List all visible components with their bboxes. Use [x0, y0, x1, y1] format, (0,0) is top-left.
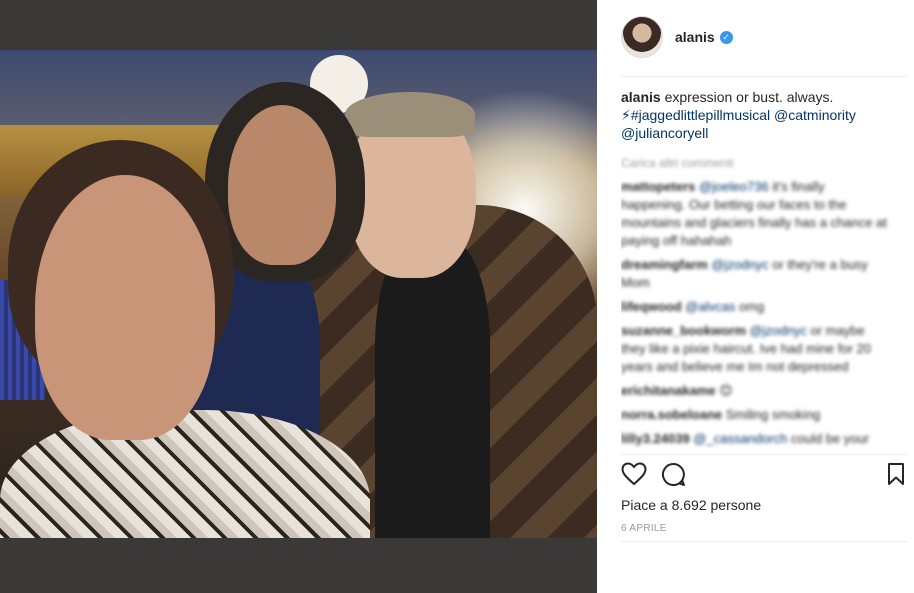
comment-username[interactable]: lilly3.24039 [621, 431, 690, 446]
comment-row: lilly3.24039 @_cassandorch could be your [621, 430, 891, 448]
comment-row: suzanne_bookworm @jzodnyc or maybe they … [621, 322, 891, 376]
comment-mention[interactable]: @joeleo736 [699, 179, 769, 194]
verified-badge-icon: ✓ [719, 30, 733, 44]
footer-divider [621, 541, 908, 542]
comment-row: mattopeters @joeleo736 it's finally happ… [621, 178, 891, 250]
comment-username[interactable]: erichitanakame [621, 383, 716, 398]
comment-text: Smiling smoking [725, 407, 821, 422]
comment-mention[interactable]: @alvcas [685, 299, 735, 314]
post-sidebar: alanis ✓ alanis expression or bust. alwa… [597, 0, 914, 593]
comment-text: 😊 [719, 383, 733, 398]
comment-mention[interactable]: @_cassandorch [693, 431, 787, 446]
comment-mention[interactable]: @jzodnyc [711, 257, 768, 272]
person-right-shirt [375, 240, 490, 538]
comment-username[interactable]: mattopeters [621, 179, 695, 194]
comment-username[interactable]: lifeqwood [621, 299, 682, 314]
caption-hashtag[interactable]: ⚡#jaggedlittlepillmusical [621, 107, 770, 123]
comment-text: could be your [787, 431, 870, 446]
username-link[interactable]: alanis [675, 29, 715, 45]
caption-text: expression or bust. always. [660, 89, 834, 105]
caption: alanis expression or bust. always. ⚡#jag… [621, 88, 891, 142]
comment-row: erichitanakame 😊 [621, 382, 891, 400]
bookmark-icon[interactable] [887, 462, 905, 486]
post-date[interactable]: 6 APRILE [621, 523, 667, 534]
comment-list: mattopeters @joeleo736 it's finally happ… [621, 178, 891, 448]
post-photo[interactable] [0, 50, 597, 538]
avatar[interactable] [621, 16, 663, 58]
load-more-comments-button[interactable]: Carica altri commenti [621, 154, 891, 172]
comment-mention[interactable]: @jzodnyc [750, 323, 807, 338]
comment-text: omg [735, 299, 765, 314]
heart-icon[interactable] [621, 462, 647, 486]
post-header: alanis ✓ [621, 16, 908, 58]
person-left-face [35, 175, 215, 440]
action-bar [621, 462, 908, 490]
comment-row: dreamingfarm @jzodnyc or they're a busy … [621, 256, 891, 292]
comment-icon[interactable] [661, 462, 686, 487]
caption-mention-catminority[interactable]: @catminority [770, 107, 856, 123]
comment-row: lifeqwood @alvcas omg [621, 298, 891, 316]
comments-divider [621, 454, 908, 455]
comment-row: norra.sobeloane Smiling smoking [621, 406, 891, 424]
comment-username[interactable]: norra.sobeloane [621, 407, 722, 422]
person-right-hair [345, 92, 475, 137]
comment-username[interactable]: dreamingfarm [621, 257, 708, 272]
likes-count[interactable]: Piace a 8.692 persone [621, 497, 761, 513]
comments-section: alanis expression or bust. always. ⚡#jag… [621, 88, 891, 448]
person-middle-face [228, 105, 336, 265]
caption-username[interactable]: alanis [621, 89, 661, 105]
header-divider [621, 76, 908, 77]
comment-username[interactable]: suzanne_bookworm [621, 323, 746, 338]
caption-mention-juliancoryell[interactable]: @juliancoryell [621, 125, 708, 141]
photo-pane [0, 0, 597, 593]
